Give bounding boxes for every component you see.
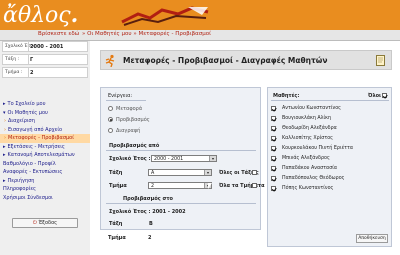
student-checkbox[interactable] [271, 146, 276, 151]
student-row[interactable]: Κουρκουλάκου Πιντή Εριέττα [268, 144, 391, 153]
to-class-label: Τάξη [109, 221, 123, 227]
chevron-down-icon [204, 170, 211, 175]
sidebar-item-students[interactable]: ▾ Οι Μαθητές μου [0, 109, 90, 118]
chevron-right-icon: › [4, 135, 6, 141]
radio-transfer-label: Μεταφορά [116, 106, 143, 112]
class-select[interactable]: Α [148, 169, 212, 176]
student-row[interactable]: Μπινάς Αλεξάνδρος [268, 154, 391, 163]
school-year-info: Σχολικό Έτος : 2000 - 2001 [2, 41, 88, 52]
student-checkbox[interactable] [271, 166, 276, 171]
student-checkbox[interactable] [271, 186, 276, 191]
student-row[interactable]: Πόπης Κωνσταντίνος [268, 184, 391, 193]
class-key: Τάξη : [5, 57, 20, 62]
section-key: Τμήμα : [5, 70, 23, 75]
chevron-right-icon: › [4, 126, 6, 133]
sidebar-item-reports[interactable]: Αναφορές - Εκτυπώσεις [0, 168, 90, 177]
arrow-right-icon: ▸ [3, 143, 6, 150]
section-from-label: Τμήμα [109, 183, 127, 189]
exit-icon: ⏻ [32, 220, 37, 226]
sidebar-menu: ▸ Το Σχολείο μου ▾ Οι Μαθητές μου › Διαχείρ… [0, 100, 90, 202]
all-sections-checkbox[interactable] [252, 183, 257, 188]
student-checkbox[interactable] [271, 106, 276, 111]
radio-transfer[interactable] [108, 106, 113, 111]
sidebar-item-links[interactable]: Χρήσιμοι Σύνδεσμοι [0, 194, 90, 203]
to-school-year-label: Σχολικό Έτος : 2001 - 2002 [109, 209, 186, 215]
radio-promotion[interactable] [108, 117, 113, 122]
athlete-logo-graphic [121, 6, 209, 26]
school-year-from-label: Σχολικό Έτος : [109, 156, 151, 162]
arrow-down-icon: ▾ [3, 109, 6, 116]
section-info: Τμήμα : 2 [2, 67, 88, 78]
class-info: Τάξη : Γ [2, 54, 88, 65]
student-checkbox[interactable] [271, 126, 276, 131]
exit-button[interactable]: ⏻ Έξοδος [12, 218, 78, 228]
sidebar-item-import[interactable]: › Εισαγωγή από Αρχείο [0, 126, 90, 135]
runner-icon [105, 54, 115, 67]
radio-delete[interactable] [108, 128, 113, 133]
to-heading: Προβιβασμός στο [123, 196, 173, 202]
class-from-label: Τάξη [109, 170, 123, 176]
student-checkbox[interactable] [271, 136, 276, 141]
student-row[interactable]: Παπαδόπουλος Θεόδωρος [268, 174, 391, 183]
sidebar-item-info[interactable]: Πληροφορίες [0, 185, 90, 194]
from-heading: Προβιβασμός από [109, 143, 160, 149]
mouse-cursor-icon [208, 183, 216, 189]
select-all-checkbox[interactable] [382, 93, 387, 98]
student-checkbox[interactable] [271, 156, 276, 161]
to-class-value: Β [149, 221, 153, 227]
student-checkbox[interactable] [271, 116, 276, 121]
radio-delete-label: Διαγραφή [116, 128, 141, 134]
all-sections-label: Όλα τα Τμήματα [219, 183, 265, 189]
breadcrumb-path[interactable]: » Οι Μαθητές μου » Μεταφορές - Προβιβασμ… [82, 31, 211, 37]
school-year-select[interactable]: 2000 - 2001 [151, 155, 217, 162]
student-row[interactable]: Βουγιουκλάκη Αλίκη [268, 114, 391, 123]
breadcrumb: Βρίσκεστε εδώ » Οι Μαθητές μου » Μεταφορ… [0, 30, 400, 41]
sidebar-item-gradebook[interactable]: Βαθμολόγιο - Προφίλ [0, 160, 90, 169]
to-section-label: Τμήμα [108, 235, 126, 241]
page-title: Μεταφορές - Προβιβασμοί - Διαγραφές Μαθη… [123, 56, 328, 65]
arrow-right-icon: ▸ [3, 177, 6, 184]
save-button[interactable]: Αποθήκευση [356, 234, 388, 243]
all-classes-checkbox[interactable] [252, 170, 257, 175]
section-value: 2 [30, 70, 34, 76]
page-title-bar: Μεταφορές - Προβιβασμοί - Διαγραφές Μαθη… [100, 50, 392, 70]
sidebar: Σχολικό Έτος : 2000 - 2001 Τάξη : Γ Τμήμ… [0, 41, 90, 255]
sidebar-item-transfers[interactable]: › Μεταφορές - Προβιβασμοί [0, 134, 90, 143]
chevron-right-icon: › [4, 118, 6, 124]
students-panel: Μαθητές: Όλοι Αντωνίου Κωνσταντίνος Βουγ… [267, 87, 392, 247]
action-label: Ενέργεια: [108, 93, 133, 99]
chevron-down-icon [209, 156, 216, 161]
section-select[interactable]: 2 [148, 182, 212, 189]
sidebar-item-exams[interactable]: ▸ Εξετάσεις - Μετρήσεις [0, 143, 90, 152]
arrow-right-icon: ▸ [3, 101, 6, 107]
select-all-label: Όλοι [368, 93, 382, 99]
sidebar-item-manage[interactable]: › Διαχείριση [0, 117, 90, 126]
student-row[interactable]: Θεοδωρίδη Αλεξάνδρα [268, 124, 391, 133]
sidebar-item-results[interactable]: ▸ Κατανομή Αποτελεσμάτων [0, 151, 90, 160]
student-row[interactable]: Παπαδάκου Αναστασία [268, 164, 391, 173]
student-row[interactable]: Καλλιοπίτης Χρίστος [268, 134, 391, 143]
to-section-value: 2 [148, 235, 152, 241]
transfer-form-panel: Ενέργεια: Μεταφορά Προβιβασμός Διαγραφή … [100, 87, 265, 230]
sidebar-item-browse[interactable]: ▸ Περιήγηση [0, 177, 90, 186]
student-checkbox[interactable] [271, 176, 276, 181]
school-year-value: 2000 - 2001 [30, 44, 64, 50]
radio-promotion-label: Προβιβασμός [116, 117, 150, 123]
arrow-right-icon: ▸ [3, 152, 6, 158]
class-value: Γ [30, 57, 34, 63]
app-logo[interactable]: ἄθλος. [3, 2, 78, 29]
student-row[interactable]: Αντωνίου Κωνσταντίνος [268, 104, 391, 113]
students-heading: Μαθητές: [273, 93, 300, 99]
sidebar-item-school[interactable]: ▸ Το Σχολείο μου [0, 100, 90, 109]
app-header: ἄθλος. [0, 0, 400, 30]
you-are-here-label: Βρίσκεστε εδώ [38, 31, 80, 37]
edit-document-icon[interactable] [376, 55, 385, 66]
